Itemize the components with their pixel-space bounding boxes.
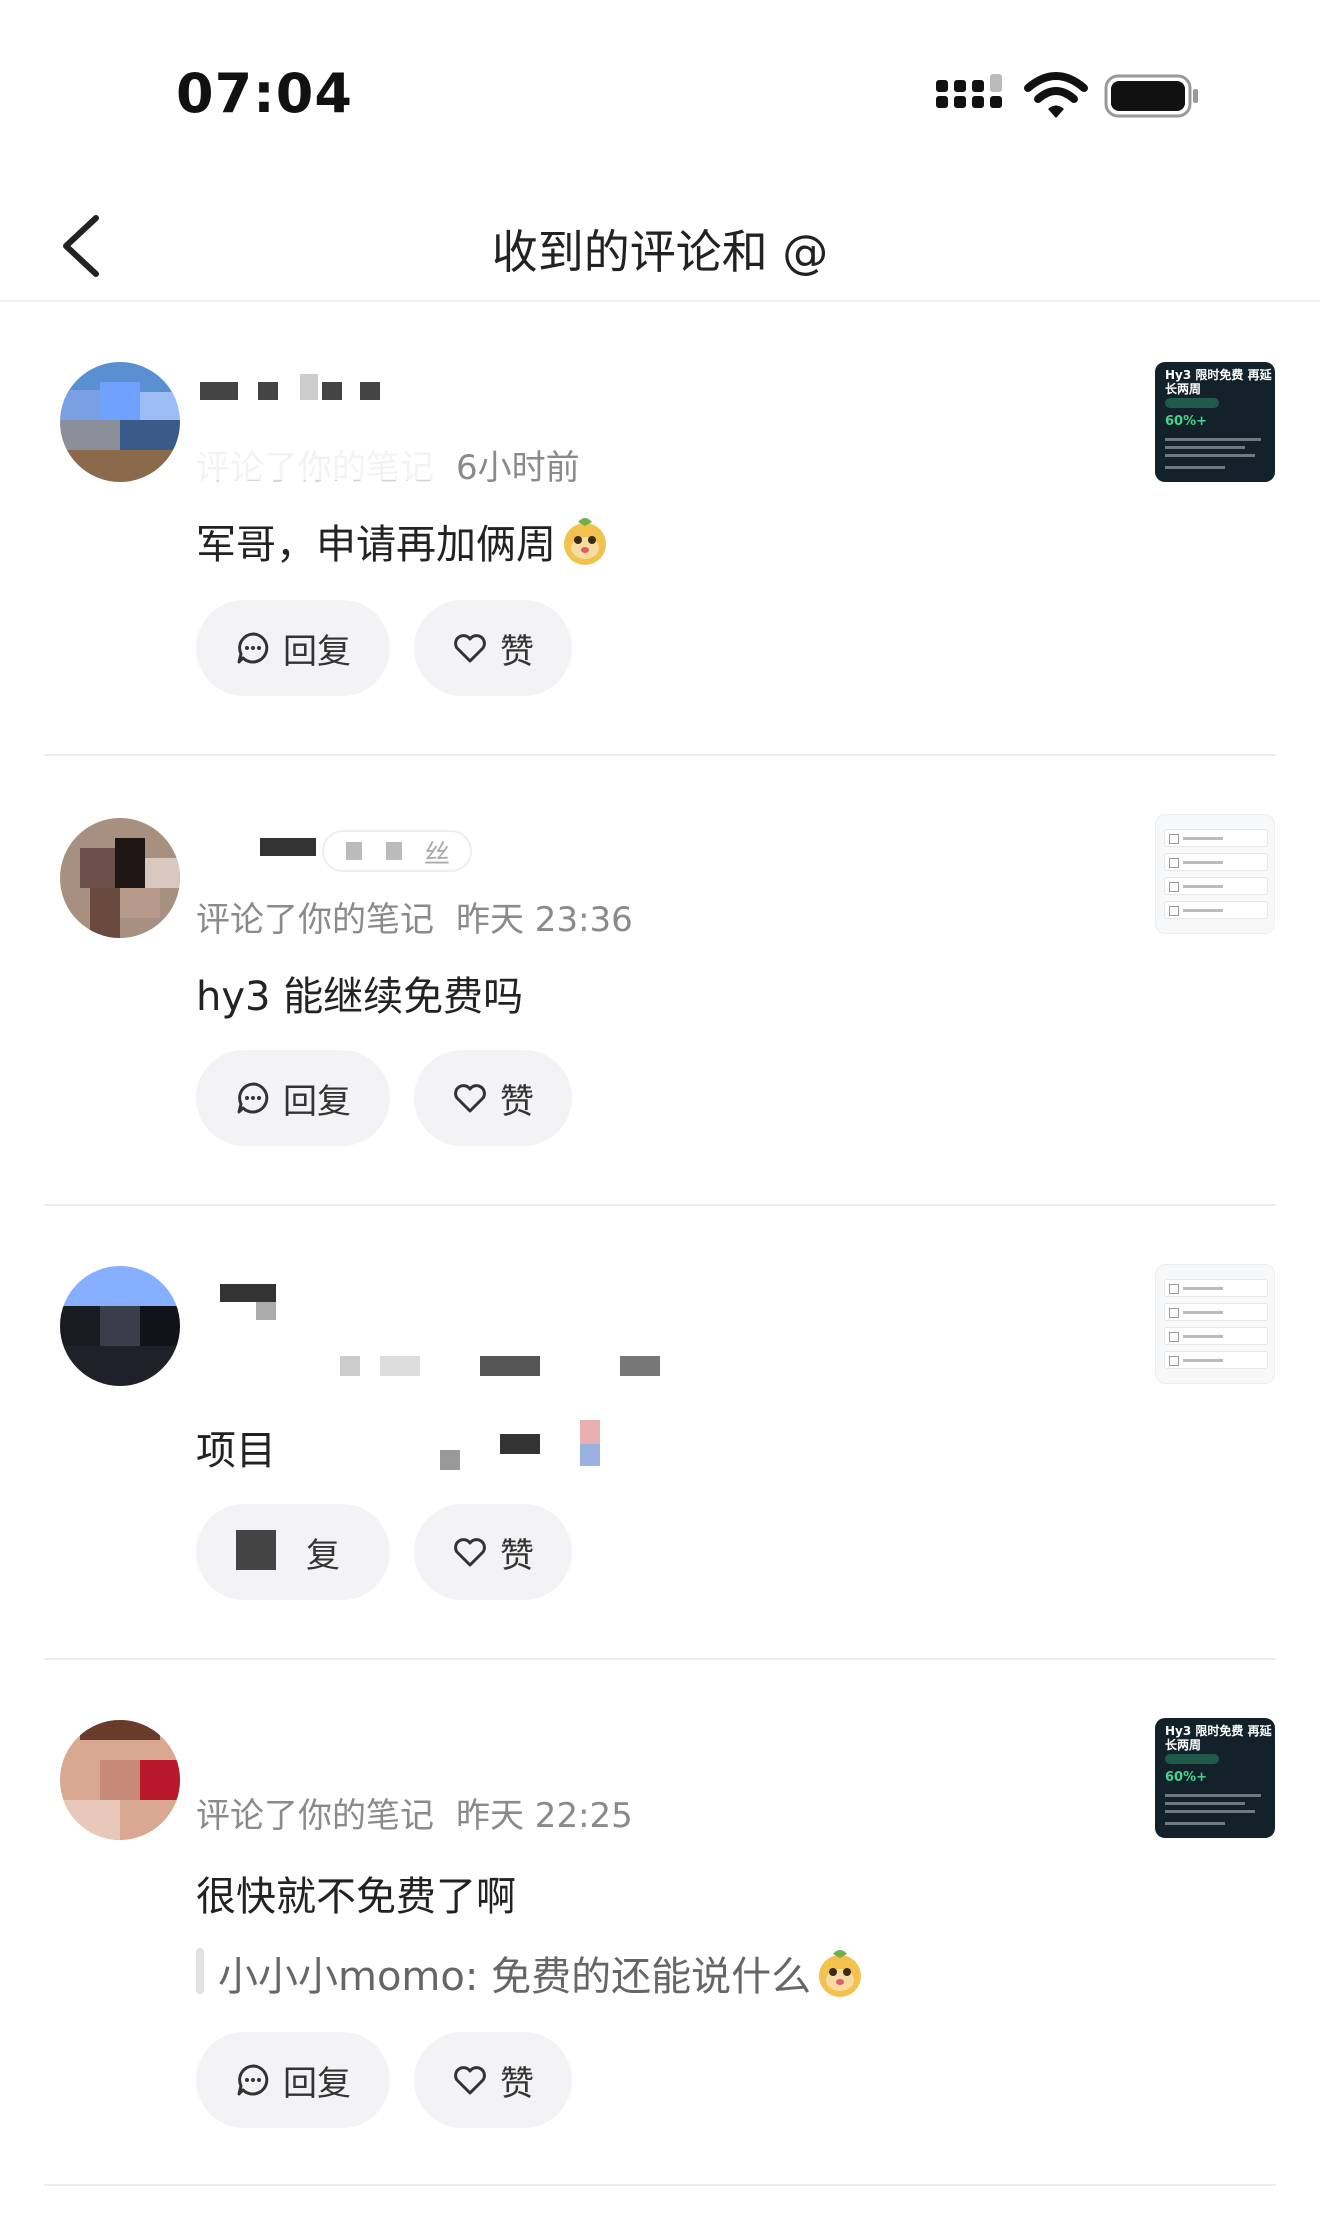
status-time: 07:04	[176, 62, 353, 125]
text-redaction	[420, 1420, 620, 1474]
like-label: 赞	[500, 1535, 534, 1576]
thumbnail-row	[1164, 901, 1268, 919]
thumbnail-line	[1165, 1822, 1225, 1825]
like-button[interactable]: 赞	[414, 600, 572, 696]
comment-bubble-icon	[237, 2064, 269, 2096]
meta-action: 评论了你的笔记	[196, 900, 434, 940]
cellular-signal-icon	[936, 74, 1002, 108]
note-thumbnail[interactable]	[1155, 1264, 1275, 1384]
meta-action: 评论了你的笔记	[196, 1796, 434, 1836]
quoted-reply-text: 小小小momo: 免费的还能说什么	[218, 1954, 812, 2000]
note-thumbnail[interactable]	[1155, 814, 1275, 934]
comment-text-content: hy3 能继续免费吗	[196, 974, 524, 1020]
comment-meta: 评论了你的笔记 昨天 23:36	[196, 892, 633, 941]
nav-bar: 收到的评论和 @	[0, 190, 1320, 302]
reply-label: 回复	[283, 631, 351, 672]
status-bar: 07:04	[0, 0, 1320, 190]
username-redacted[interactable]: 丝	[196, 826, 496, 872]
badge-fragment: 丝	[424, 840, 451, 870]
like-button[interactable]: 赞	[414, 2032, 572, 2128]
thumbnail-pill	[1165, 1754, 1219, 1764]
like-button[interactable]: 赞	[414, 1050, 572, 1146]
comment-item: 丝 评论了你的笔记 昨天 23:36 hy3 能继续免费吗 回复 赞	[0, 756, 1320, 1206]
reply-label-fragment: 复	[306, 1535, 340, 1576]
mascot-emoji-icon	[564, 518, 606, 565]
reply-button[interactable]: 回复	[196, 2032, 390, 2128]
heart-icon	[454, 1084, 486, 1113]
thumbnail-row	[1164, 853, 1268, 871]
like-label: 赞	[500, 631, 534, 672]
comment-item: 项目 复 赞	[0, 1206, 1320, 1658]
time-ago: 6小时前	[456, 448, 580, 488]
thumbnail-line	[1165, 1794, 1261, 1797]
comment-text-content: 很快就不免费了啊	[196, 1874, 516, 1920]
avatar[interactable]	[60, 1720, 180, 1840]
comment-meta: 评论了你的笔记 昨天 22:25	[196, 1788, 633, 1837]
heart-icon	[454, 634, 486, 663]
comment-bubble-icon	[237, 632, 269, 664]
comment-text: hy3 能继续免费吗	[196, 964, 523, 1022]
comment-text: 很快就不免费了啊	[196, 1864, 516, 1922]
reply-button[interactable]: 回复	[196, 600, 390, 696]
thumbnail-line	[1165, 454, 1255, 457]
quoted-reply: 小小小momo: 免费的还能说什么	[196, 1944, 865, 2002]
comment-text-content: 军哥，申请再加俩周	[196, 522, 556, 568]
comment-text: 军哥，申请再加俩周	[196, 512, 610, 570]
like-label: 赞	[500, 1081, 534, 1122]
avatar[interactable]	[60, 362, 180, 482]
thumbnail-line	[1165, 1802, 1245, 1805]
username-redacted[interactable]	[196, 1280, 276, 1320]
thumbnail-pill	[1165, 398, 1219, 408]
note-thumbnail[interactable]: Hy3 限时免费 再延长两周 60%+	[1155, 362, 1275, 482]
heart-icon	[454, 1538, 486, 1567]
thumbnail-row	[1164, 829, 1268, 847]
thumbnail-title: Hy3 限时免费 再延长两周	[1165, 368, 1272, 396]
thumbnail-percent: 60%+	[1165, 1770, 1208, 1785]
reply-button[interactable]: 回复	[196, 1050, 390, 1146]
reply-label: 回复	[283, 2063, 351, 2104]
avatar[interactable]	[60, 818, 180, 938]
reply-label: 回复	[283, 1081, 351, 1122]
mascot-emoji-icon	[819, 1950, 862, 1997]
meta-redaction	[340, 1356, 660, 1376]
time-ago: 昨天 22:25	[456, 1796, 633, 1836]
wifi-icon	[1024, 72, 1088, 118]
comment-item: 评论了你的笔记 昨天 22:25 很快就不免费了啊 小小小momo: 免费的还能说…	[0, 1660, 1320, 2180]
reply-button[interactable]: 复	[196, 1504, 390, 1600]
thumbnail-row	[1164, 1351, 1268, 1369]
comment-item: 评论了你的笔记6小时前 军哥，申请再加俩周 回复 赞 Hy3 限时免费 再延长两…	[0, 302, 1320, 754]
thumbnail-line	[1165, 1810, 1255, 1813]
thumbnail-line	[1165, 446, 1245, 449]
reply-redaction	[236, 1530, 276, 1570]
battery-icon	[1104, 74, 1198, 118]
time-ago: 昨天 23:36	[456, 900, 633, 940]
note-thumbnail[interactable]: Hy3 限时免费 再延长两周 60%+	[1155, 1718, 1275, 1838]
like-label: 赞	[500, 2063, 534, 2104]
username-redacted[interactable]	[196, 374, 396, 408]
divider	[44, 2184, 1276, 2186]
thumbnail-row	[1164, 1327, 1268, 1345]
comment-bubble-icon	[237, 1082, 269, 1114]
like-button[interactable]: 赞	[414, 1504, 572, 1600]
comment-text: 项目	[196, 1418, 276, 1476]
thumbnail-row	[1164, 1303, 1268, 1321]
heart-icon	[454, 2066, 486, 2095]
meta-redaction	[196, 442, 436, 480]
thumbnail-row	[1164, 1279, 1268, 1297]
comment-text-fragment: 项目	[196, 1428, 276, 1474]
avatar[interactable]	[60, 1266, 180, 1386]
thumbnail-line	[1165, 466, 1225, 469]
thumbnail-percent: 60%+	[1165, 414, 1208, 429]
thumbnail-line	[1165, 438, 1261, 441]
page-title: 收到的评论和 @	[491, 225, 829, 279]
thumbnail-title: Hy3 限时免费 再延长两周	[1165, 1724, 1272, 1752]
thumbnail-row	[1164, 877, 1268, 895]
